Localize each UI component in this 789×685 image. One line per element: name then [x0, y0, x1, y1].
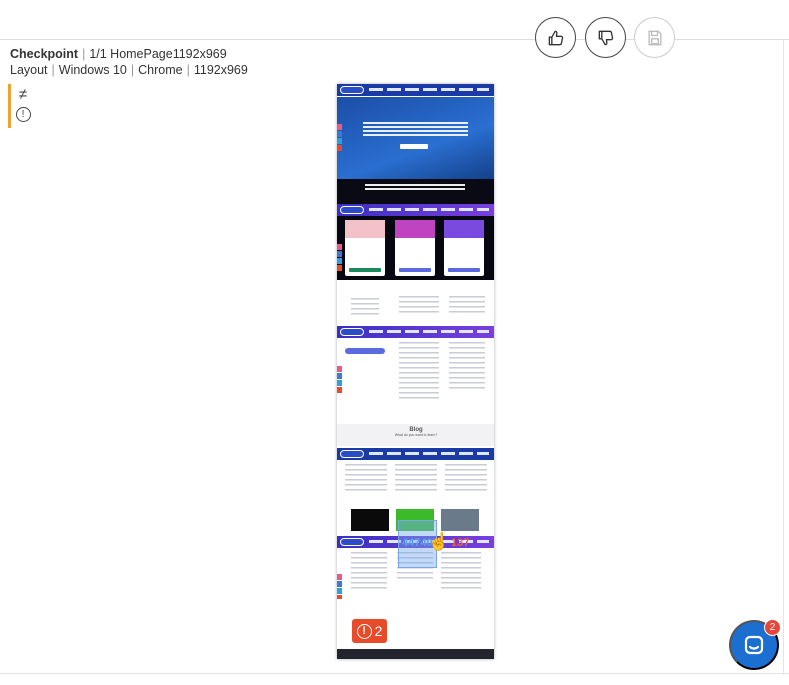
- not-equal-icon[interactable]: ≠: [11, 84, 35, 104]
- checkpoint-label: Checkpoint: [10, 47, 79, 61]
- warning-tool[interactable]: !: [11, 104, 35, 124]
- social-sidebar: [337, 366, 342, 394]
- text-lines: [449, 342, 485, 392]
- os-label: Windows 10: [58, 63, 127, 77]
- text-lines: [449, 296, 485, 316]
- text-lines: [399, 342, 439, 402]
- issues-badge[interactable]: ! 2: [352, 619, 387, 643]
- thumbs-down-button[interactable]: [585, 17, 626, 58]
- match-level: Layout: [10, 63, 48, 77]
- text-lines: [399, 296, 439, 316]
- thumbs-down-icon: [598, 30, 613, 45]
- blog-thumbnail: [351, 509, 389, 531]
- panel-divider: [783, 40, 784, 675]
- hero-text: [363, 122, 468, 136]
- browser-label: Chrome: [138, 63, 183, 77]
- text-lines: [351, 298, 379, 318]
- issues-count: 2: [374, 623, 383, 639]
- text-lines: [441, 552, 481, 590]
- text-lines: [345, 464, 387, 492]
- hero-button: [400, 144, 428, 149]
- save-button[interactable]: [634, 17, 675, 58]
- hand-cursor-icon: ☝: [428, 532, 450, 551]
- checkpoint-name: 1/1 HomePage1192x969: [89, 47, 227, 61]
- blog-title: Blog What do you want to learn?: [381, 427, 451, 437]
- blog-thumbnail: [441, 509, 479, 531]
- text-lines: [395, 464, 437, 492]
- save-icon: [648, 30, 661, 45]
- blog-subtitle: What do you want to learn?: [394, 433, 438, 437]
- error-icon: !: [356, 623, 372, 639]
- thumbs-up-button[interactable]: [535, 17, 576, 58]
- warning-icon: !: [15, 106, 31, 122]
- chat-icon: [744, 635, 764, 655]
- skills-text: [365, 184, 465, 192]
- stat-value: 137: [451, 537, 470, 549]
- viewport-label: 1192x969: [193, 63, 248, 77]
- courses-button: [345, 348, 385, 354]
- social-sidebar: [337, 124, 342, 152]
- site-nav-bar: [337, 84, 494, 96]
- checkpoint-screenshot[interactable]: Blog What do you want to learn?: [337, 84, 494, 659]
- checkpoint-info: Checkpoint | 1/1 HomePage1192x969 Layout | W…: [10, 47, 248, 77]
- site-nav-bar-sticky: [337, 204, 494, 216]
- social-sidebar: [337, 244, 342, 272]
- thumbs-up-icon: [548, 30, 563, 45]
- tool-strip: ≠ !: [8, 84, 35, 128]
- site-nav-bar-sticky: [337, 448, 494, 460]
- text-lines: [351, 552, 387, 590]
- panel-bottom-rule: [0, 673, 789, 674]
- site-footer: [337, 649, 494, 659]
- social-sidebar: [337, 574, 342, 602]
- site-nav-bar-sticky: [337, 326, 494, 338]
- site-hero: [337, 97, 494, 179]
- chat-unread-badge: 2: [764, 619, 781, 636]
- text-lines: [445, 464, 487, 492]
- courses-band: [337, 216, 494, 280]
